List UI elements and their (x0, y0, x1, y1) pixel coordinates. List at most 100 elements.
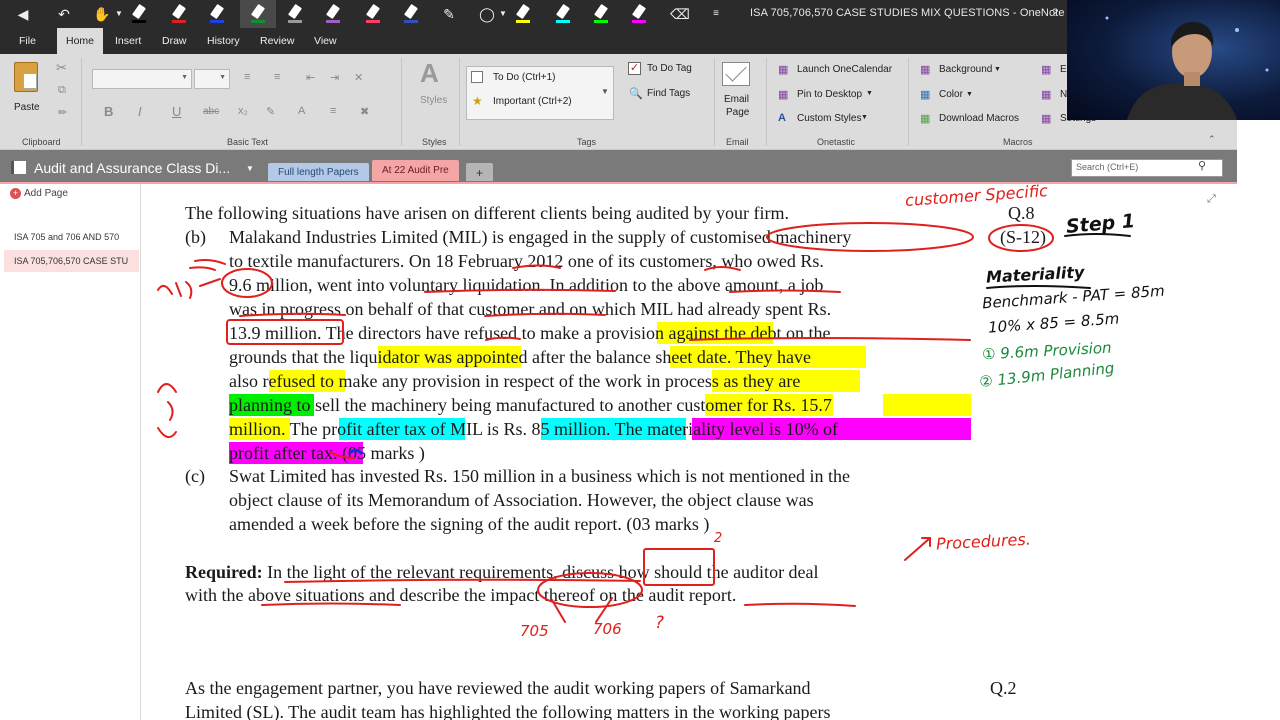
tags-group-label: Tags (577, 137, 597, 147)
cyan-highlighter-icon[interactable] (554, 3, 572, 24)
chevron-down-icon[interactable]: ▼ (110, 5, 128, 23)
chevron-down-icon[interactable]: ▼ (866, 90, 873, 97)
help-icon[interactable]: ? (1052, 7, 1058, 19)
underline-button[interactable]: U (172, 104, 181, 119)
gallery-more-icon[interactable]: ▼ (601, 87, 609, 96)
blue-pen-icon[interactable] (208, 3, 226, 24)
lasso-icon[interactable]: ✎ (440, 5, 458, 23)
eraser-icon[interactable]: ⌫ (670, 5, 690, 23)
expand-icon[interactable]: ⤢ (1207, 193, 1216, 206)
navy-pen-icon[interactable] (402, 3, 420, 24)
basic-text-group-label: Basic Text (227, 137, 268, 147)
bullets-icon[interactable]: ≡ (244, 71, 250, 83)
align-icon[interactable]: ≡ (330, 105, 336, 117)
font-family-select[interactable]: ▼ (92, 69, 192, 89)
required-text: Required: In the light of the relevant r… (185, 562, 819, 583)
checkbox-icon[interactable] (471, 71, 483, 83)
chevron-down-icon[interactable]: ▼ (494, 5, 512, 23)
tab-file[interactable]: File (19, 35, 36, 47)
email-icon[interactable] (722, 60, 750, 86)
color-button[interactable]: Color (939, 89, 963, 100)
collapse-ribbon-icon[interactable]: ⌃ (1208, 134, 1216, 145)
background-button[interactable]: Background (939, 64, 992, 75)
italic-button[interactable]: I (138, 104, 142, 119)
download-icon: ▦ (920, 113, 931, 125)
red-pen-icon[interactable] (170, 3, 188, 24)
outdent-icon[interactable]: ⇤ (306, 71, 315, 84)
add-page-button[interactable]: Add Page (24, 188, 68, 199)
find-tags-button[interactable]: Find Tags (647, 88, 690, 99)
pink-pen-icon[interactable] (364, 3, 382, 24)
custom-styles-icon: A (778, 112, 786, 124)
add-section-button[interactable]: + (466, 163, 494, 181)
strikethrough-button[interactable]: abc (203, 106, 219, 117)
tab-draw[interactable]: Draw (162, 35, 187, 47)
part-b-line: grounds that the liquidator was appointe… (229, 347, 811, 367)
add-page-icon[interactable]: + (10, 188, 21, 199)
divider (766, 58, 767, 146)
page-item-selected[interactable]: ISA 705,706,570 CASE STU (4, 250, 139, 272)
indent-icon[interactable]: ⇥ (330, 71, 339, 84)
section-tab-full-length-papers[interactable]: Full length Papers (268, 163, 369, 181)
tab-view[interactable]: View (314, 35, 337, 47)
notebook-dropdown-icon[interactable]: ▼ (246, 164, 254, 173)
undo-icon[interactable]: ↶ (55, 5, 73, 23)
delete-icon[interactable]: ✖ (360, 105, 369, 118)
search-icon[interactable]: ⚲ (1198, 159, 1206, 172)
launch-onecalendar-button[interactable]: Launch OneCalendar (797, 64, 892, 75)
tab-insert[interactable]: Insert (115, 35, 141, 47)
part-b-line: was in progress on behalf of that custom… (229, 299, 832, 319)
black-pen-icon[interactable] (130, 3, 148, 24)
ribbon: Paste ✂ ⧉ ✏ Clipboard ▼ ▼ ≡ ≡ ⇤ ⇥ ✕ B I … (0, 54, 1237, 150)
copy-icon[interactable]: ⧉ (58, 84, 66, 97)
highlight-rs-157 (883, 394, 971, 416)
ink-706: 706 (593, 620, 622, 638)
font-size-select[interactable]: ▼ (194, 69, 230, 89)
download-macros-button[interactable]: Download Macros (939, 113, 1019, 124)
pin-to-desktop-button[interactable]: Pin to Desktop (797, 89, 862, 100)
subscript-icon[interactable]: x₂ (238, 105, 248, 117)
paste-icon[interactable] (14, 62, 38, 92)
paste-button[interactable]: Paste (14, 102, 40, 113)
bold-button[interactable]: B (104, 104, 113, 119)
section-tab-at-22-audit[interactable]: At 22 Audit Pre (372, 160, 459, 181)
email-page-button-line1[interactable]: Email (724, 94, 749, 105)
chevron-down-icon[interactable]: ▼ (994, 66, 1001, 73)
todo-tag-button[interactable]: To Do Tag (647, 63, 692, 74)
next-question-text: As the engagement partner, you have revi… (185, 678, 811, 698)
email-page-button-line2[interactable]: Page (726, 107, 749, 118)
part-b-line: planning to sell the machinery being man… (229, 395, 832, 415)
tab-history[interactable]: History (207, 35, 240, 47)
touch-draw-icon[interactable]: ✋ (93, 5, 111, 23)
notebook-title[interactable]: Audit and Assurance Class Di... (34, 160, 230, 176)
page-item[interactable]: ISA 705 and 706 AND 570 (4, 226, 139, 248)
font-color-icon[interactable]: A (298, 105, 305, 117)
tab-review[interactable]: Review (260, 35, 294, 47)
styles-button[interactable]: Styles (420, 95, 447, 106)
chevron-down-icon[interactable]: ▼ (861, 114, 868, 121)
green-pen-icon[interactable] (240, 0, 276, 28)
highlight-icon[interactable]: ✎ (266, 105, 275, 118)
customize-icon[interactable]: ≡ (707, 5, 725, 23)
part-b-line: Malakand Industries Limited (MIL) is eng… (229, 227, 852, 247)
purple-pen-icon[interactable] (324, 3, 342, 24)
chevron-down-icon[interactable]: ▼ (966, 91, 973, 98)
styles-icon[interactable]: A (420, 58, 439, 89)
green-highlighter-icon[interactable] (592, 3, 610, 24)
back-icon[interactable]: ◀ (14, 5, 32, 23)
part-c-line: Swat Limited has invested Rs. 150 millio… (229, 466, 850, 486)
format-painter-icon[interactable]: ✏ (58, 106, 67, 119)
yellow-highlighter-icon[interactable] (514, 3, 532, 24)
custom-styles-button[interactable]: Custom Styles (797, 113, 861, 124)
part-b-line: profit after tax. (05 marks ) (229, 443, 425, 463)
cut-icon[interactable]: ✂ (56, 60, 67, 76)
magenta-highlighter-icon[interactable] (630, 3, 648, 24)
important-tag-option[interactable]: Important (Ctrl+2) (493, 96, 572, 107)
numbering-icon[interactable]: ≡ (274, 71, 280, 83)
tab-home[interactable]: Home (57, 28, 104, 54)
clear-format-icon[interactable]: ✕ (354, 71, 363, 84)
menu-tabs: File Home Insert Draw History Review Vie… (0, 28, 1068, 54)
gray-pen-icon[interactable] (286, 3, 304, 24)
search-dropdown-icon[interactable]: ▼ (1213, 162, 1220, 169)
todo-tag-option[interactable]: To Do (Ctrl+1) (493, 72, 556, 83)
